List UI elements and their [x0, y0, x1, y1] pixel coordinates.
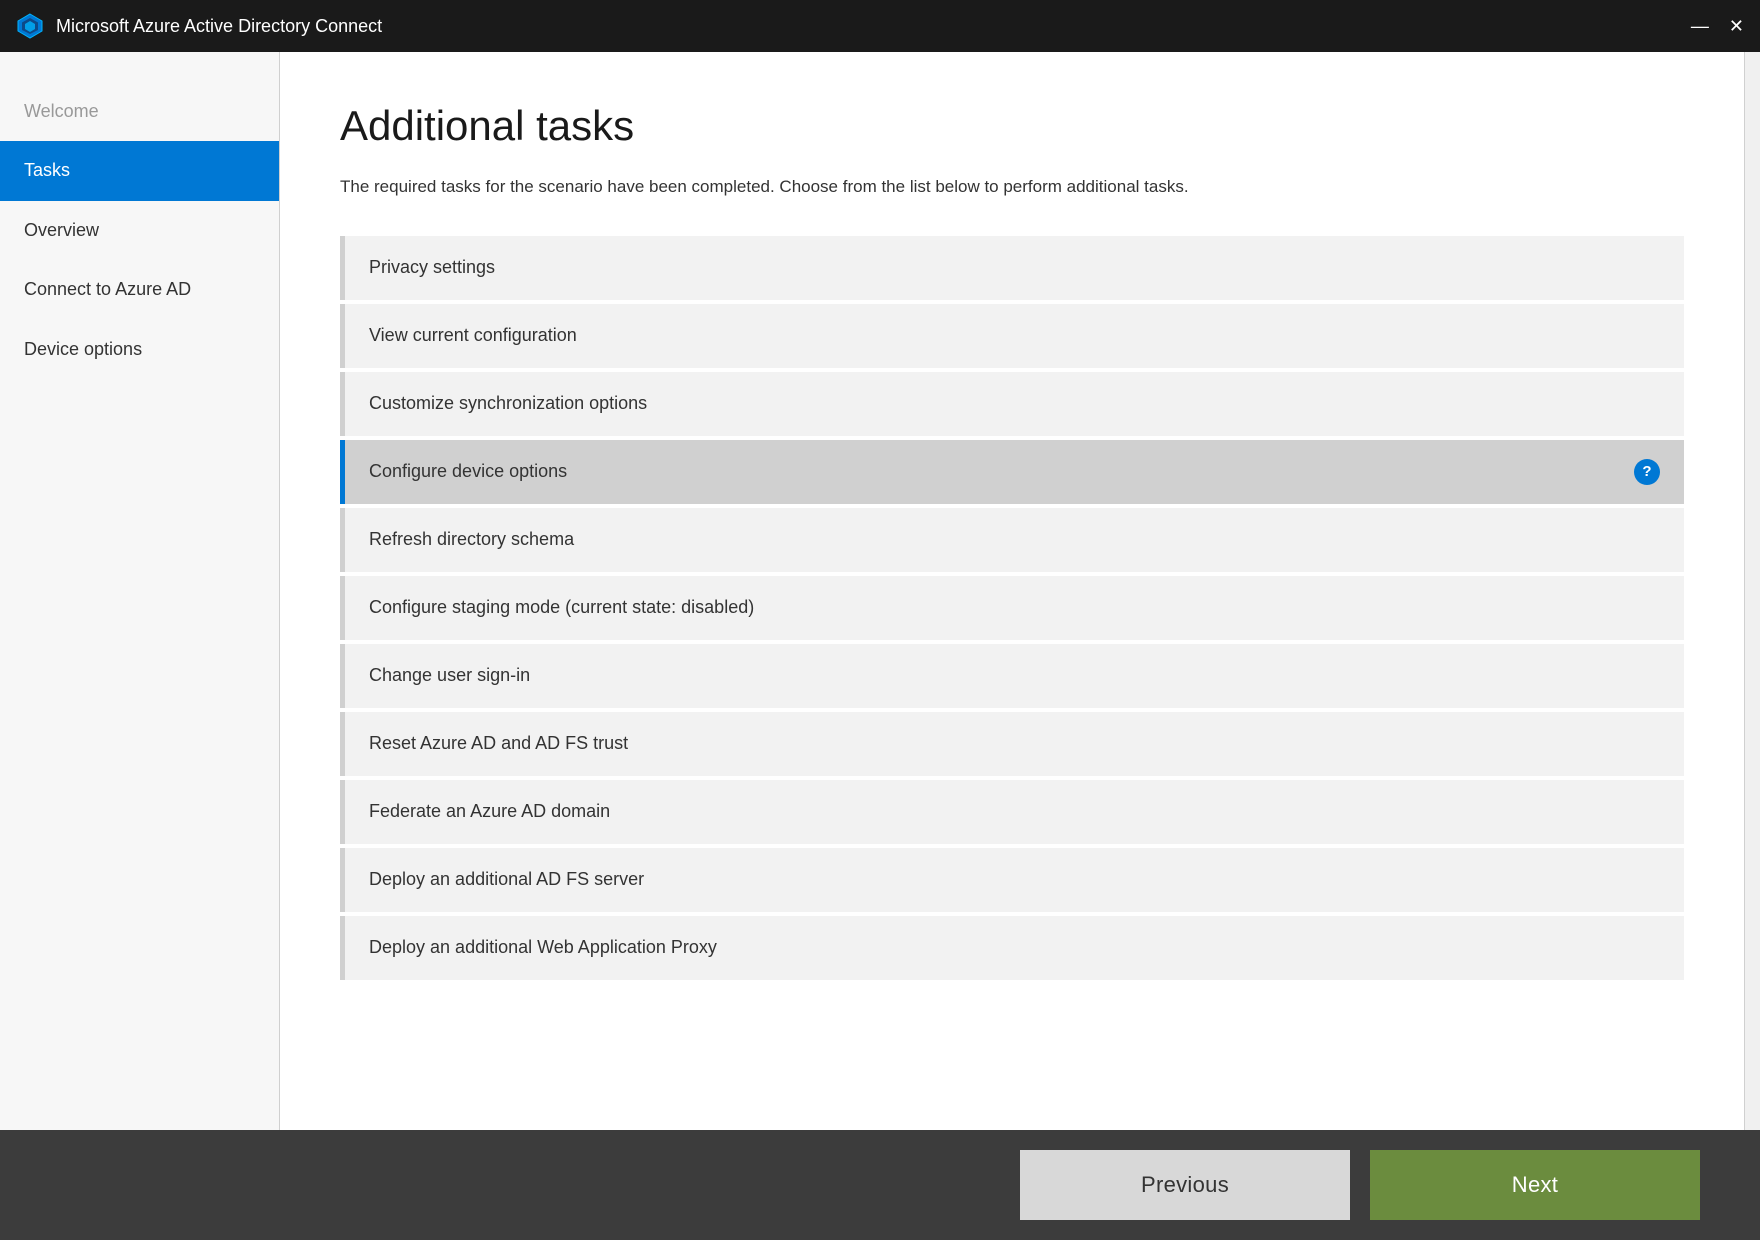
next-button[interactable]: Next: [1370, 1150, 1700, 1220]
sidebar-item-tasks[interactable]: Tasks: [0, 141, 279, 200]
sidebar-item-connect-azure-ad[interactable]: Connect to Azure AD: [0, 260, 279, 319]
sidebar: Welcome Tasks Overview Connect to Azure …: [0, 52, 280, 1130]
task-item-change-user-sign-in[interactable]: Change user sign-in: [340, 644, 1684, 708]
task-list: Privacy settings View current configurat…: [340, 236, 1684, 980]
page-title: Additional tasks: [340, 102, 1684, 150]
task-item-reset-azure-ad-trust[interactable]: Reset Azure AD and AD FS trust: [340, 712, 1684, 776]
main-content: Additional tasks The required tasks for …: [280, 52, 1744, 1130]
window-title: Microsoft Azure Active Directory Connect: [56, 16, 1691, 37]
task-item-view-current-config[interactable]: View current configuration: [340, 304, 1684, 368]
window-controls: — ✕: [1691, 17, 1744, 35]
task-item-customize-sync[interactable]: Customize synchronization options: [340, 372, 1684, 436]
task-item-configure-staging-mode[interactable]: Configure staging mode (current state: d…: [340, 576, 1684, 640]
scrollbar-track[interactable]: [1744, 52, 1760, 1130]
title-bar: Microsoft Azure Active Directory Connect…: [0, 0, 1760, 52]
task-item-configure-device-options[interactable]: Configure device options ?: [340, 440, 1684, 504]
task-item-federate-azure-ad-domain[interactable]: Federate an Azure AD domain: [340, 780, 1684, 844]
sidebar-item-overview[interactable]: Overview: [0, 201, 279, 260]
previous-button[interactable]: Previous: [1020, 1150, 1350, 1220]
azure-ad-icon: [16, 12, 44, 40]
task-item-deploy-additional-adfs[interactable]: Deploy an additional AD FS server: [340, 848, 1684, 912]
sidebar-item-device-options[interactable]: Device options: [0, 320, 279, 379]
content-area: Welcome Tasks Overview Connect to Azure …: [0, 52, 1760, 1130]
window-body: Welcome Tasks Overview Connect to Azure …: [0, 52, 1760, 1240]
page-description: The required tasks for the scenario have…: [340, 174, 1240, 200]
footer: Previous Next: [0, 1130, 1760, 1240]
sidebar-item-welcome[interactable]: Welcome: [0, 82, 279, 141]
task-item-deploy-additional-wap[interactable]: Deploy an additional Web Application Pro…: [340, 916, 1684, 980]
task-item-privacy-settings[interactable]: Privacy settings: [340, 236, 1684, 300]
help-icon[interactable]: ?: [1634, 459, 1660, 485]
close-button[interactable]: ✕: [1729, 17, 1744, 35]
minimize-button[interactable]: —: [1691, 17, 1709, 35]
task-item-refresh-directory-schema[interactable]: Refresh directory schema: [340, 508, 1684, 572]
